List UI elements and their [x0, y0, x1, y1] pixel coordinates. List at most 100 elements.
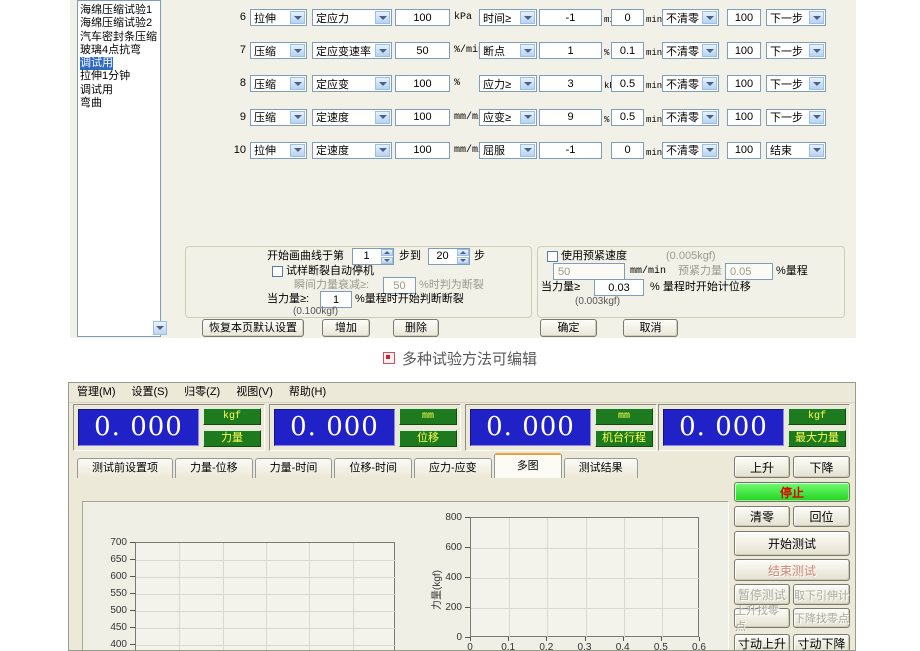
menu-item[interactable]: 帮助(H) [281, 384, 334, 401]
dwell-input[interactable] [611, 75, 644, 92]
menu-item[interactable]: 视图(V) [228, 384, 281, 401]
method-listbox[interactable]: 海绵压缩试验1海绵压缩试验2汽车密封条压缩玻璃4点抗弯调试用拉伸1分钟调试用弯曲 [77, 0, 161, 337]
dwell-input[interactable] [611, 42, 644, 59]
chevron-down-icon[interactable] [809, 111, 824, 124]
zero-mode-dropdown[interactable]: 不清零 [662, 142, 719, 159]
chevron-down-icon[interactable] [290, 44, 305, 57]
chevron-down-icon[interactable] [375, 77, 390, 90]
list-item[interactable]: 玻璃4点抗弯 [78, 44, 160, 57]
range-input[interactable] [727, 42, 761, 59]
range-input[interactable] [727, 109, 761, 126]
zero-mode-dropdown[interactable]: 不清零 [662, 9, 719, 26]
chevron-down-icon[interactable] [290, 144, 305, 157]
control-button-下降[interactable]: 下降 [793, 456, 850, 478]
setpoint-input[interactable] [395, 42, 450, 59]
pretension-checkbox[interactable] [547, 251, 558, 262]
condition-value-input[interactable] [539, 75, 602, 92]
list-item[interactable]: 调试用 [78, 84, 160, 97]
next-step-dropdown[interactable]: 结束 [766, 142, 826, 159]
range-input[interactable] [727, 75, 761, 92]
end-condition-dropdown[interactable]: 时间≥ [479, 9, 537, 26]
control-button-回位[interactable]: 回位 [793, 506, 850, 527]
tab-应力-应变[interactable]: 应力-应变 [414, 458, 492, 478]
chevron-down-icon[interactable] [809, 77, 824, 90]
pretension-force-input[interactable] [725, 263, 773, 280]
control-button-停止[interactable]: 停止 [734, 482, 850, 502]
condition-value-input[interactable] [539, 109, 602, 126]
tab-多图[interactable]: 多图 [494, 453, 562, 478]
control-mode-dropdown[interactable]: 定应变速率 [312, 42, 392, 59]
chevron-down-icon[interactable] [520, 77, 535, 90]
control-button-寸动下降[interactable]: 寸动下降 [793, 634, 850, 651]
chevron-down-icon[interactable] [702, 144, 717, 157]
ok-button[interactable]: 确定 [540, 319, 597, 337]
chevron-down-icon[interactable] [290, 77, 305, 90]
curve-end-spinner[interactable]: 20 [428, 248, 470, 265]
zero-mode-dropdown[interactable]: 不清零 [662, 109, 719, 126]
chevron-down-icon[interactable] [375, 11, 390, 24]
break-autostop-checkbox[interactable] [272, 266, 283, 277]
condition-value-input[interactable] [539, 42, 602, 59]
chevron-down-icon[interactable] [702, 11, 717, 24]
menu-item[interactable]: 归零(Z) [176, 384, 228, 401]
spinner-up-icon[interactable] [457, 249, 469, 256]
control-mode-dropdown[interactable]: 定速度 [312, 142, 392, 159]
menu-item[interactable]: 管理(M) [69, 384, 124, 401]
range-input[interactable] [727, 9, 761, 26]
tab-测试前设置项[interactable]: 测试前设置项 [77, 458, 173, 478]
spinner-up-icon[interactable] [381, 249, 393, 256]
tab-测试结果[interactable]: 测试结果 [564, 458, 638, 478]
end-condition-dropdown[interactable]: 应变≥ [479, 109, 537, 126]
chevron-down-icon[interactable] [809, 11, 824, 24]
direction-dropdown[interactable]: 拉伸 [250, 9, 307, 26]
setpoint-input[interactable] [395, 109, 450, 126]
tab-位移-时间[interactable]: 位移-时间 [334, 458, 412, 478]
dwell-input[interactable] [611, 142, 644, 159]
chevron-down-icon[interactable] [520, 144, 535, 157]
control-button-寸动上升[interactable]: 寸动上升 [734, 634, 790, 651]
next-step-dropdown[interactable]: 下一步 [766, 109, 826, 126]
chevron-down-icon[interactable] [809, 144, 824, 157]
end-condition-dropdown[interactable]: 屈服 [479, 142, 537, 159]
dwell-input[interactable] [611, 109, 644, 126]
chevron-down-icon[interactable] [290, 111, 305, 124]
setpoint-input[interactable] [395, 75, 450, 92]
chevron-down-icon[interactable] [520, 11, 535, 24]
condition-value-input[interactable] [539, 142, 602, 159]
direction-dropdown[interactable]: 压缩 [250, 75, 307, 92]
chevron-down-icon[interactable] [702, 77, 717, 90]
list-item[interactable]: 拉伸1分钟 [78, 70, 160, 83]
setpoint-input[interactable] [395, 9, 450, 26]
chevron-down-icon[interactable] [375, 111, 390, 124]
chevron-down-icon[interactable] [809, 44, 824, 57]
list-item[interactable]: 海绵压缩试验1 [78, 4, 160, 17]
direction-dropdown[interactable]: 压缩 [250, 42, 307, 59]
chevron-down-icon[interactable] [520, 44, 535, 57]
chevron-down-icon[interactable] [702, 111, 717, 124]
chevron-down-icon[interactable] [290, 11, 305, 24]
pretension-speed-input[interactable] [553, 263, 625, 280]
dwell-input[interactable] [611, 9, 644, 26]
control-button-上升[interactable]: 上升 [734, 456, 790, 478]
spinner-down-icon[interactable] [381, 257, 393, 264]
spinner-down-icon[interactable] [457, 257, 469, 264]
add-button[interactable]: 增加 [322, 319, 370, 337]
control-button-清零[interactable]: 清零 [734, 506, 790, 527]
next-step-dropdown[interactable]: 下一步 [766, 75, 826, 92]
delete-button[interactable]: 删除 [393, 319, 439, 337]
next-step-dropdown[interactable]: 下一步 [766, 9, 826, 26]
list-item[interactable]: 汽车密封条压缩 [78, 31, 160, 44]
tab-力量-位移[interactable]: 力量-位移 [175, 458, 253, 478]
range-input[interactable] [727, 142, 761, 159]
zero-mode-dropdown[interactable]: 不清零 [662, 42, 719, 59]
tab-力量-时间[interactable]: 力量-时间 [255, 458, 333, 478]
restore-defaults-button[interactable]: 恢复本页默认设置 [202, 319, 304, 337]
setpoint-input[interactable] [395, 142, 450, 159]
list-item[interactable]: 调试用 [78, 57, 160, 70]
direction-dropdown[interactable]: 拉伸 [250, 142, 307, 159]
control-button-开始测试[interactable]: 开始测试 [734, 531, 850, 556]
condition-value-input[interactable] [539, 9, 602, 26]
next-step-dropdown[interactable]: 下一步 [766, 42, 826, 59]
control-mode-dropdown[interactable]: 定速度 [312, 109, 392, 126]
listbox-scroll-down-button[interactable] [153, 321, 167, 335]
